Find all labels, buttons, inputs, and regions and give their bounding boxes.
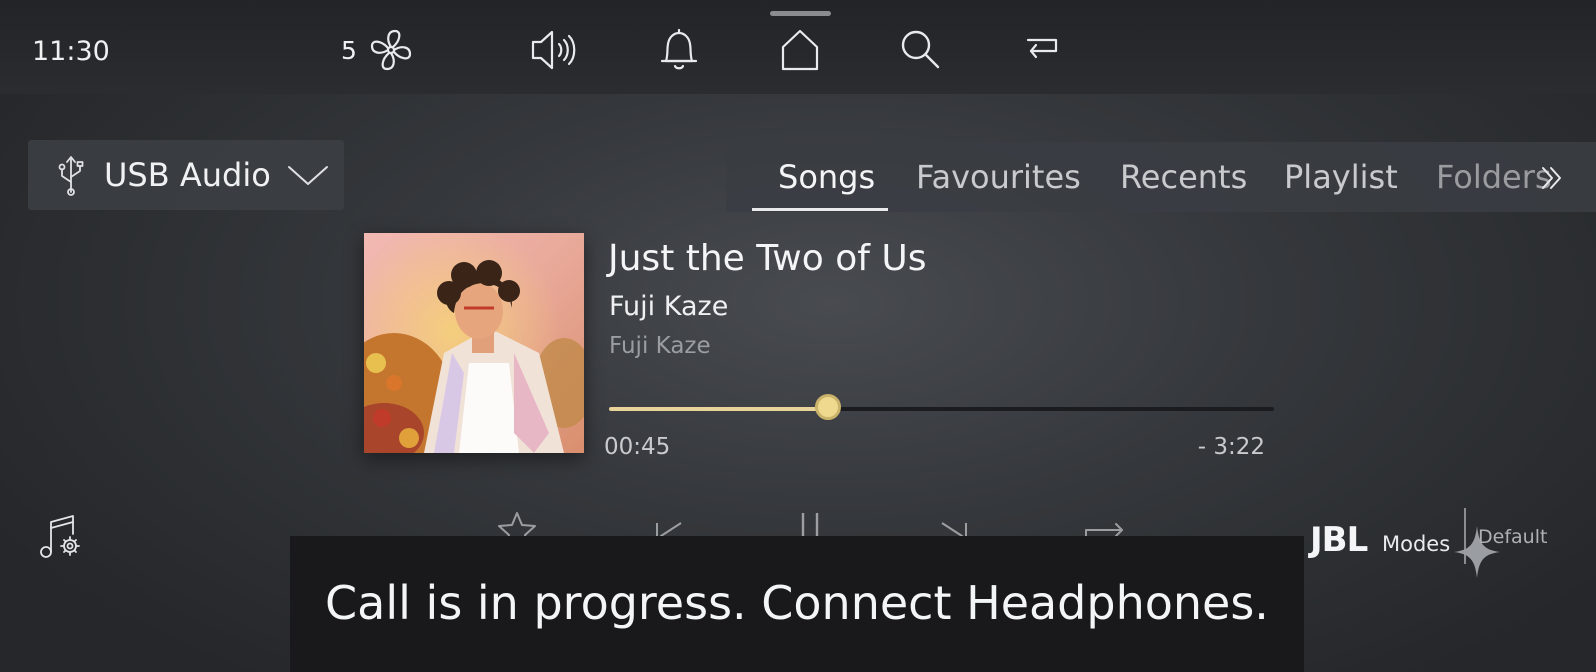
active-tab-indicator [752,208,888,211]
back-icon[interactable] [1018,25,1068,75]
search-icon[interactable] [896,25,946,75]
progress-knob[interactable] [815,394,842,420]
music-settings-icon[interactable] [36,512,86,562]
toast-message: Call is in progress. Connect Headphones. [325,576,1269,630]
double-chevron-right-icon[interactable] [1538,164,1566,192]
source-selector[interactable]: USB Audio [28,140,344,210]
tab-playlist[interactable]: Playlist [1284,158,1398,196]
volume-icon[interactable] [530,25,580,75]
fan-level: 5 [341,36,357,65]
tab-folders[interactable]: Folders [1436,158,1552,196]
call-toast: Call is in progress. Connect Headphones. [290,536,1304,672]
album-art [364,233,584,453]
library-tabs: Songs Favourites Recents Playlist Folder… [726,142,1596,212]
elapsed-time: 00:45 [604,434,671,460]
top-status-bar: 11:30 5 [0,0,1596,94]
mode-value[interactable]: Default [1478,526,1547,548]
track-artist: Fuji Kaze [609,291,729,322]
track-title: Just the Two of Us [608,238,927,279]
bell-icon[interactable] [654,25,704,75]
tab-favourites[interactable]: Favourites [916,158,1081,196]
progress-fill [609,407,829,411]
progress-bar[interactable] [609,394,1274,420]
drag-handle[interactable] [770,11,831,16]
tab-recents[interactable]: Recents [1120,158,1247,196]
home-icon[interactable] [775,25,825,75]
tab-songs[interactable]: Songs [778,158,875,196]
chevron-down-icon[interactable] [286,160,330,190]
fan-icon[interactable] [366,25,416,75]
clock: 11:30 [32,36,110,67]
source-label: USB Audio [104,156,271,194]
jbl-logo: JBL [1310,520,1368,560]
track-album: Fuji Kaze [609,333,711,359]
usb-icon [54,154,88,196]
remaining-time: - 3:22 [1197,434,1265,460]
modes-label[interactable]: Modes [1382,532,1450,556]
